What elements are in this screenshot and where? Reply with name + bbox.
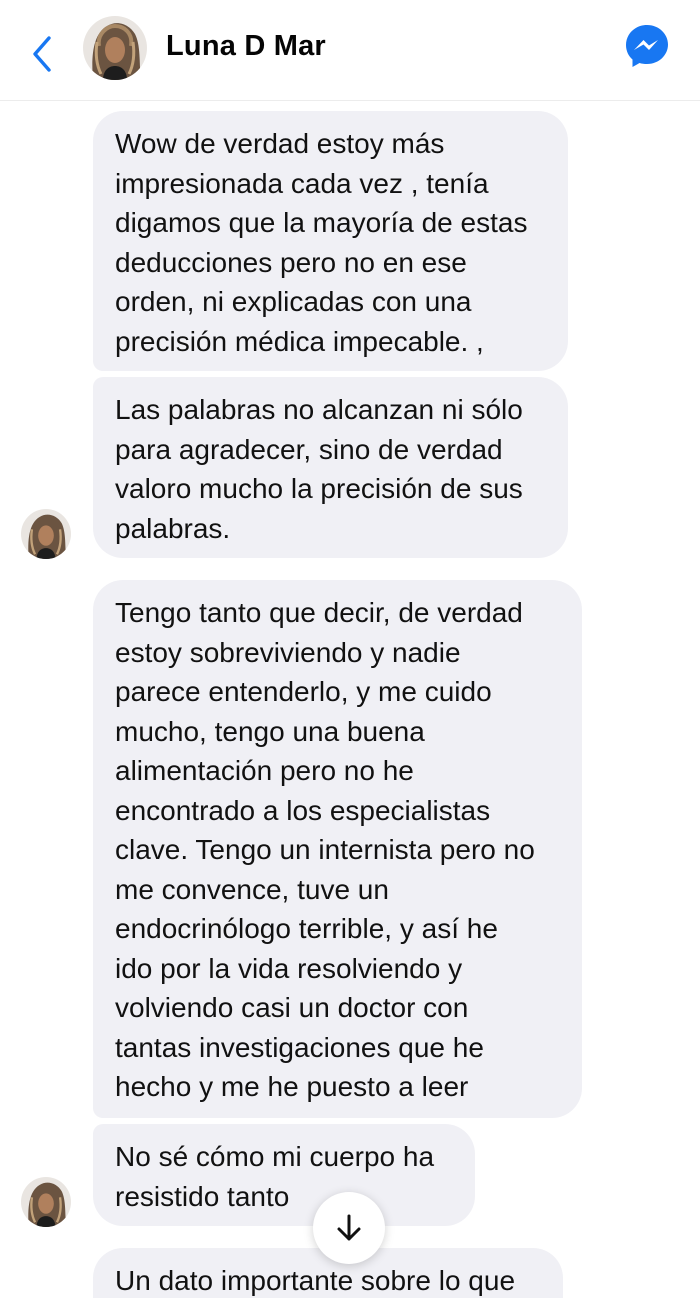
- sender-avatar[interactable]: [21, 509, 71, 559]
- messenger-button[interactable]: [624, 23, 670, 69]
- contact-avatar[interactable]: [83, 16, 147, 80]
- message-bubble[interactable]: No sé cómo mi cuerpo ha resistido tanto: [93, 1124, 475, 1226]
- chat-header: Luna D Mar: [0, 0, 700, 101]
- message-bubble[interactable]: Wow de verdad estoy más impresionada cad…: [93, 111, 568, 371]
- sender-avatar[interactable]: [21, 1177, 71, 1227]
- contact-name[interactable]: Luna D Mar: [166, 30, 326, 63]
- arrow-down-icon: [337, 1214, 361, 1241]
- message-bubble[interactable]: Tengo tanto que decir, de verdad estoy s…: [93, 580, 582, 1118]
- chevron-left-icon: [33, 36, 51, 72]
- scroll-to-bottom-button[interactable]: [313, 1192, 385, 1264]
- messenger-icon: [626, 25, 668, 67]
- message-thread[interactable]: Wow de verdad estoy más impresionada cad…: [0, 100, 700, 1298]
- message-bubble[interactable]: Las palabras no alcanzan ni sólo para ag…: [93, 377, 568, 558]
- back-button[interactable]: [22, 30, 62, 78]
